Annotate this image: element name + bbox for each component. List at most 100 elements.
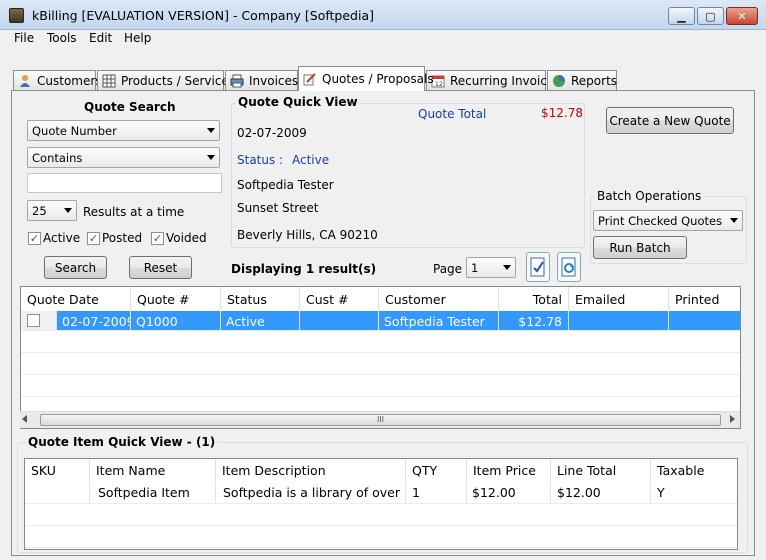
cell-quote-date: 02-07-2009: [57, 311, 131, 330]
page-select[interactable]: 1: [466, 257, 516, 278]
app-icon: [9, 8, 24, 23]
column-header-item-name[interactable]: Item Name: [90, 459, 216, 481]
quote-total-value: $12.78: [541, 106, 583, 120]
pencil-note-icon: [303, 72, 317, 86]
document-refresh-icon: [561, 257, 576, 277]
tab-recurring-invoices[interactable]: 12 Recurring Invoices: [426, 70, 561, 90]
cell-quote-number: Q1000: [131, 311, 221, 330]
item-quick-view-title: Quote Item Quick View - (1): [26, 435, 218, 449]
displaying-results: Displaying 1 result(s): [231, 262, 377, 276]
cell-item-price: $12.00: [467, 482, 551, 503]
quote-total-label: Quote Total: [418, 107, 487, 121]
cell-sku: [25, 482, 90, 503]
empty-row: [21, 375, 740, 397]
reset-button[interactable]: Reset: [129, 256, 192, 279]
column-header-emailed[interactable]: Emailed: [569, 287, 669, 311]
search-button[interactable]: Search: [44, 256, 107, 279]
column-header-printed[interactable]: Printed: [669, 287, 740, 311]
row-checkbox-cell[interactable]: [21, 311, 57, 330]
grid-icon: [102, 74, 116, 88]
quote-items-grid[interactable]: SKU Item Name Item Description QTY Item …: [24, 458, 738, 550]
empty-row: [21, 353, 740, 375]
cell-item-description: Softpedia is a library of over ...: [216, 482, 406, 503]
tab-label: Invoices: [249, 73, 299, 88]
column-header-qty[interactable]: QTY: [406, 459, 467, 481]
cell-printed: [669, 311, 740, 330]
chevron-down-icon: [730, 218, 738, 223]
cell-taxable: Y: [651, 482, 737, 503]
voided-label: Voided: [166, 231, 207, 245]
column-header-sku[interactable]: SKU: [25, 459, 90, 481]
column-header-total[interactable]: Total: [499, 287, 569, 311]
batch-operation-select[interactable]: Print Checked Quotes: [593, 210, 743, 231]
menu-file[interactable]: File: [14, 31, 34, 45]
title-bar[interactable]: kBilling [EVALUATION VERSION] - Company …: [0, 0, 766, 30]
results-horizontal-scrollbar[interactable]: III: [20, 411, 740, 428]
quick-view-title: Quote Quick View: [236, 95, 360, 109]
quote-date: 02-07-2009: [237, 126, 307, 140]
customer-name: Softpedia Tester: [237, 178, 334, 192]
tab-invoices[interactable]: Invoices: [225, 70, 298, 90]
empty-row: [25, 504, 737, 526]
scroll-left-icon[interactable]: [22, 415, 27, 423]
search-value-input[interactable]: [27, 173, 222, 193]
maximize-button[interactable]: ▢: [697, 7, 724, 25]
menu-bar: File Tools Edit Help: [0, 30, 766, 48]
results-count-select[interactable]: 25: [27, 200, 77, 221]
empty-row: [21, 397, 740, 412]
posted-checkbox[interactable]: ✓: [87, 232, 100, 245]
people-icon: [18, 74, 32, 88]
tab-products-services[interactable]: Products / Services: [97, 70, 235, 90]
refresh-button[interactable]: [557, 252, 581, 282]
chevron-down-icon: [207, 155, 215, 160]
scroll-thumb[interactable]: III: [40, 414, 721, 426]
batch-operations-title: Batch Operations: [595, 189, 704, 203]
menu-help[interactable]: Help: [124, 31, 151, 45]
column-header-quote-number[interactable]: Quote #: [131, 287, 221, 311]
scroll-right-icon[interactable]: [730, 415, 735, 423]
run-batch-button[interactable]: Run Batch: [593, 236, 687, 259]
column-header-line-total[interactable]: Line Total: [551, 459, 651, 481]
tab-reports[interactable]: Reports: [547, 70, 617, 90]
tab-label: Products / Services: [121, 73, 236, 88]
table-row[interactable]: 02-07-2009 Q1000 Active Softpedia Tester…: [21, 311, 740, 331]
menu-tools[interactable]: Tools: [47, 31, 77, 45]
chevron-down-icon: [503, 265, 511, 270]
close-icon: ✕: [737, 9, 747, 23]
tab-label: Recurring Invoices: [450, 73, 561, 88]
globe-chart-icon: [552, 74, 566, 88]
active-checkbox[interactable]: ✓: [28, 232, 41, 245]
column-header-taxable[interactable]: Taxable: [651, 459, 737, 481]
search-field-select[interactable]: Quote Number: [27, 120, 220, 141]
minimize-button[interactable]: ▁: [668, 7, 695, 25]
tab-label: Reports: [571, 73, 618, 88]
check-all-button[interactable]: [526, 252, 550, 282]
column-header-item-price[interactable]: Item Price: [467, 459, 551, 481]
cell-qty: 1: [406, 482, 467, 503]
quotes-grid[interactable]: Quote Date Quote # Status Cust # Custome…: [20, 286, 741, 429]
column-header-cust-number[interactable]: Cust #: [300, 287, 379, 311]
search-operator-select[interactable]: Contains: [27, 147, 220, 168]
document-check-icon: [530, 257, 545, 277]
row-checkbox[interactable]: [27, 314, 40, 327]
column-header-status[interactable]: Status: [221, 287, 300, 311]
tab-customers[interactable]: Customers: [13, 70, 102, 90]
results-label: Results at a time: [83, 205, 185, 219]
column-header-quote-date[interactable]: Quote Date: [21, 287, 131, 311]
posted-label: Posted: [102, 231, 143, 245]
tab-label: Customers: [37, 73, 102, 88]
cell-item-name: Softpedia Item: [90, 482, 216, 503]
voided-checkbox[interactable]: ✓: [151, 232, 164, 245]
maximize-icon: ▢: [705, 9, 716, 23]
column-header-item-description[interactable]: Item Description: [216, 459, 406, 481]
column-header-customer[interactable]: Customer: [379, 287, 499, 311]
chevron-down-icon: [207, 128, 215, 133]
menu-edit[interactable]: Edit: [89, 31, 112, 45]
empty-row: [25, 526, 737, 548]
tab-quotes-proposals[interactable]: Quotes / Proposals: [298, 66, 434, 91]
close-button[interactable]: ✕: [726, 7, 758, 25]
table-row[interactable]: Softpedia Item Softpedia is a library of…: [25, 482, 737, 504]
create-new-quote-button[interactable]: Create a New Quote: [606, 107, 734, 134]
printer-icon: [230, 74, 244, 88]
status-value: Active: [292, 153, 330, 167]
